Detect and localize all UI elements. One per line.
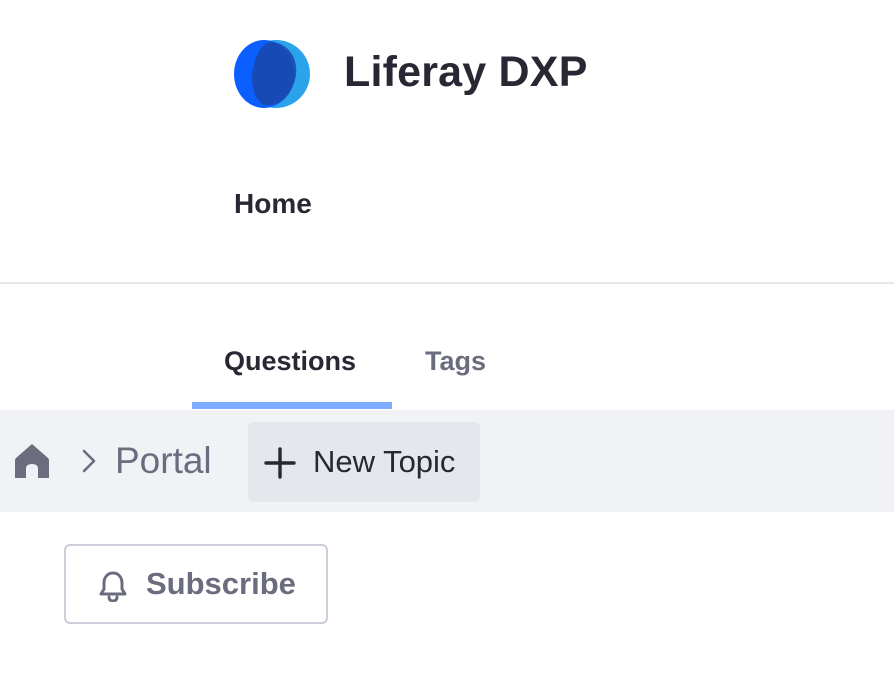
active-tab-indicator [192, 402, 392, 409]
bell-icon [99, 571, 127, 602]
subscribe-button[interactable]: Subscribe [64, 544, 328, 624]
site-title[interactable]: Liferay DXP [344, 48, 588, 97]
chevron-right-icon [82, 449, 96, 473]
breadcrumb-item-portal[interactable]: Portal [115, 440, 212, 482]
site-header: Liferay DXP Home [0, 0, 894, 284]
new-topic-label: New Topic [313, 444, 456, 479]
breadcrumb: Portal New Topic [0, 410, 894, 512]
tab-tags[interactable]: Tags [425, 346, 486, 377]
new-topic-button[interactable]: New Topic [248, 422, 480, 502]
home-icon[interactable] [14, 442, 50, 480]
nav-item-home[interactable]: Home [234, 188, 312, 220]
tab-bar: Questions Tags [0, 284, 894, 410]
liferay-logo-icon[interactable] [232, 38, 312, 110]
plus-icon [264, 447, 296, 479]
subscribe-label: Subscribe [146, 566, 296, 601]
page: Liferay DXP Home Questions Tags Portal N… [0, 0, 894, 694]
tab-questions[interactable]: Questions [224, 346, 356, 377]
